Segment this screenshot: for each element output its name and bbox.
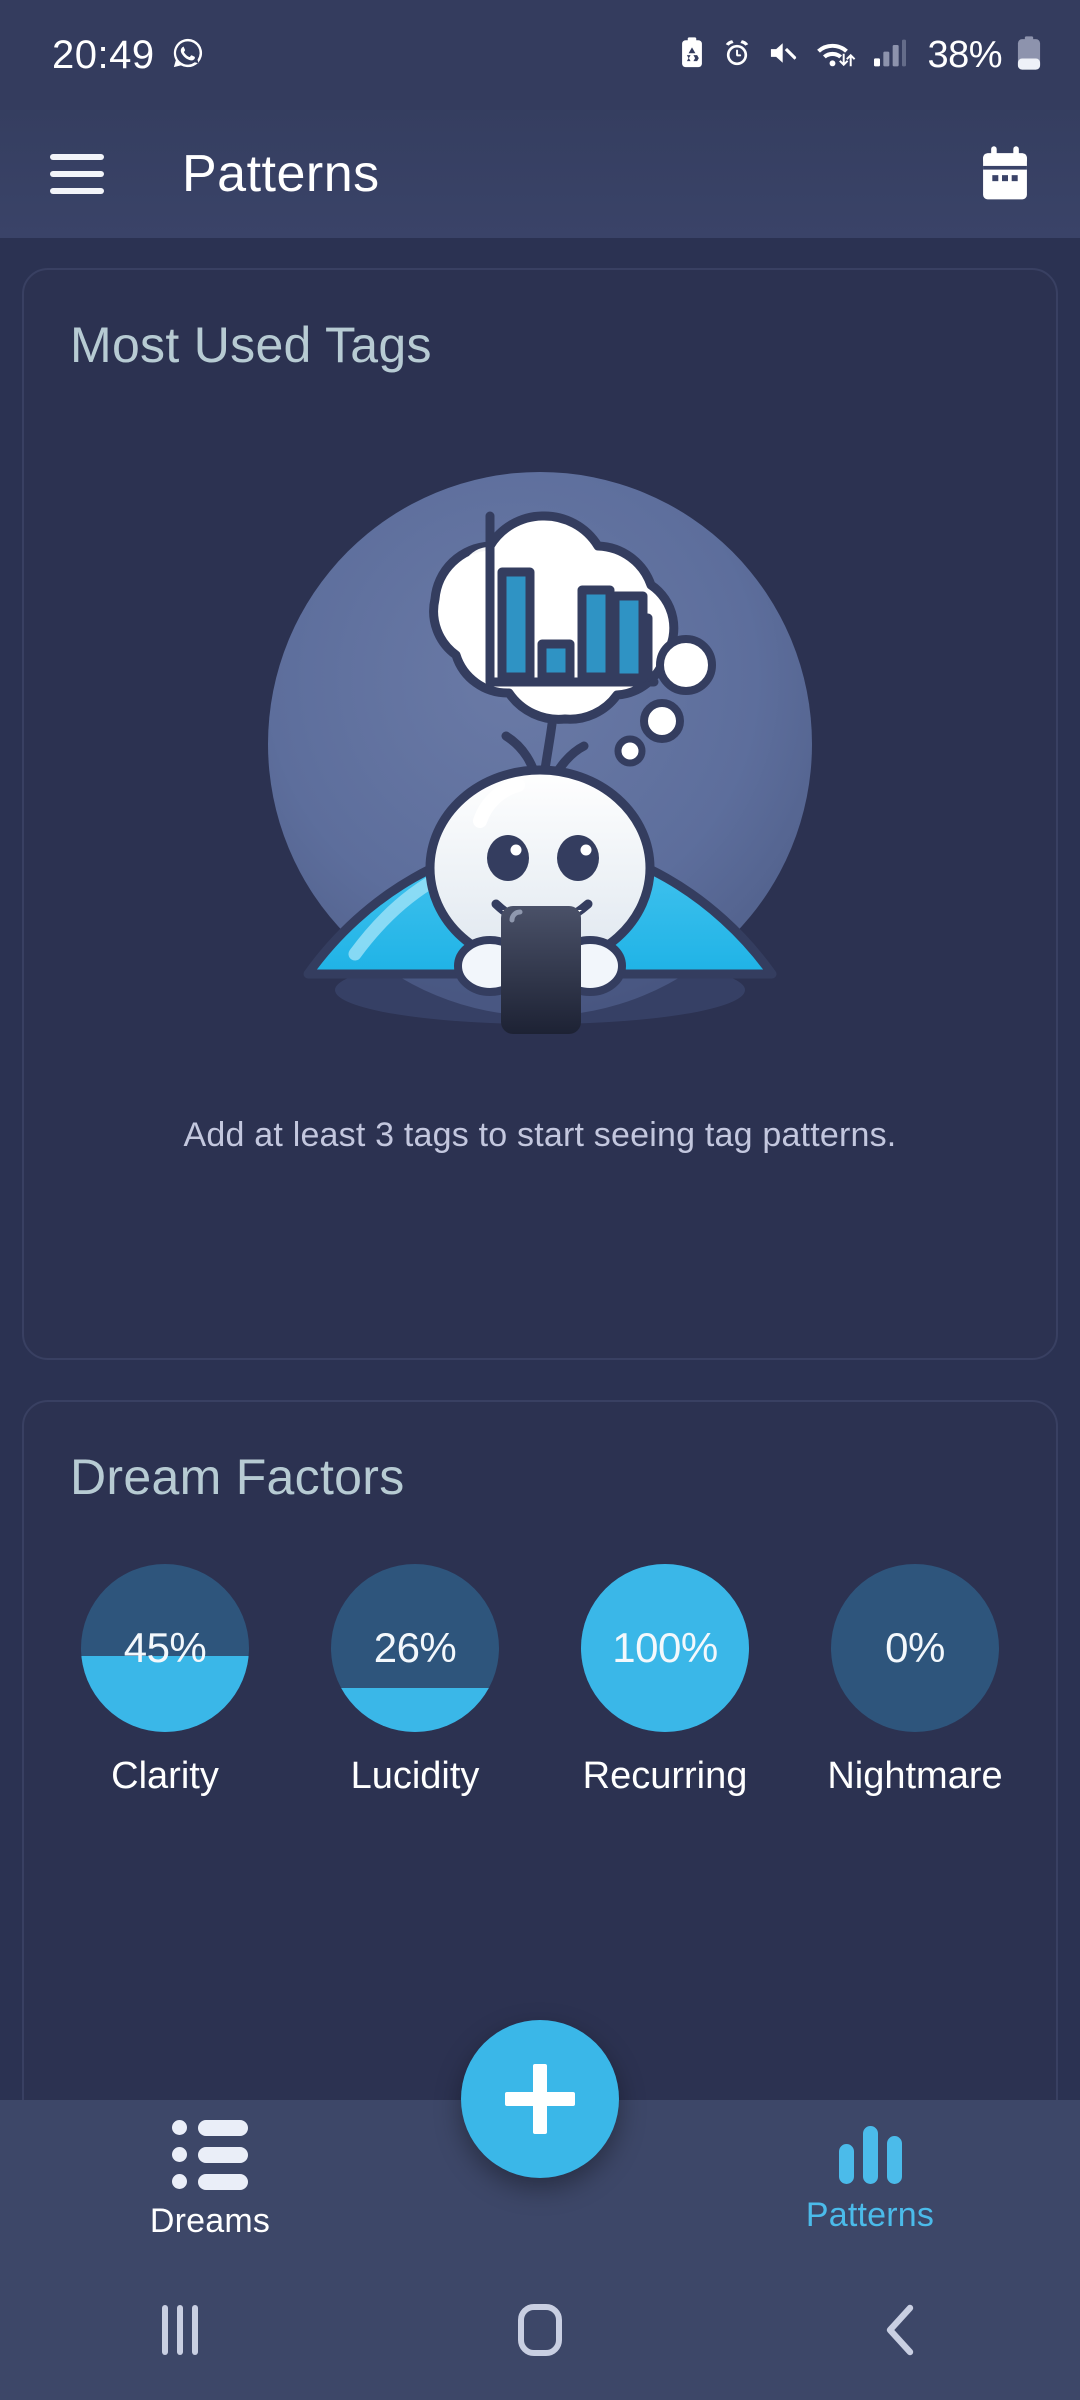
battery-saver-icon (677, 36, 707, 75)
dream-factors-title: Dream Factors (70, 1449, 405, 1505)
app-bar: Patterns (0, 110, 1080, 238)
signal-icon (871, 37, 909, 74)
list-icon (172, 2119, 248, 2190)
bar-chart-icon (838, 2125, 902, 2184)
hamburger-line (50, 154, 104, 160)
gauge-value-clarity: 45% (123, 1624, 207, 1671)
factor-lucidity[interactable]: 26% Lucidity (290, 1564, 540, 1799)
status-time: 20:49 (52, 32, 155, 77)
battery-icon (1016, 35, 1042, 76)
phone-screen: 20:49 38% Patterns Most Used Tags Add at… (0, 0, 1080, 2400)
empty-state-illustration (24, 394, 1056, 1094)
empty-state-message: Add at least 3 tags to start seeing tag … (183, 1116, 897, 1154)
android-navigation-bar (0, 2260, 1080, 2400)
gauge-recurring: 100% (581, 1564, 749, 1732)
status-bar-right: 38% (677, 34, 1042, 77)
back-icon[interactable] (720, 2302, 1080, 2358)
plus-icon (505, 2064, 575, 2134)
factor-clarity[interactable]: 45% Clarity (40, 1564, 290, 1799)
sleeping-character-thought-bubble-chart-icon (268, 472, 812, 1034)
gauge-value-recurring: 100% (612, 1624, 718, 1671)
recents-icon[interactable] (0, 2305, 360, 2355)
factor-nightmare[interactable]: 0% Nightmare (790, 1564, 1040, 1799)
gauge-clarity: 45% (81, 1564, 249, 1732)
alarm-icon (721, 37, 753, 74)
factor-label-lucidity: Lucidity (350, 1755, 480, 1797)
mute-icon (767, 37, 801, 74)
list-row (172, 2146, 248, 2163)
factor-recurring[interactable]: 100% Recurring (540, 1564, 790, 1799)
page-title: Patterns (182, 145, 380, 203)
dream-factors-row: 45% Clarity 26% Lucidity 100% Recurring … (24, 1506, 1056, 1799)
hamburger-line (50, 188, 104, 194)
gauge-value-nightmare: 0% (885, 1624, 945, 1671)
factor-label-recurring: Recurring (582, 1755, 748, 1797)
calendar-icon[interactable] (974, 143, 1036, 205)
gauge-lucidity: 26% (331, 1564, 499, 1732)
most-used-tags-title: Most Used Tags (70, 317, 432, 373)
whatsapp-icon (171, 36, 205, 75)
gauge-nightmare: 0% (831, 1564, 999, 1732)
wifi-icon (815, 36, 857, 75)
status-bar-left: 20:49 (52, 33, 205, 78)
list-row (172, 2173, 248, 2190)
nav-label-dreams: Dreams (149, 2201, 271, 2240)
scroll-content[interactable]: Most Used Tags Add at least 3 tags to st… (0, 238, 1080, 2400)
factor-label-nightmare: Nightmare (827, 1755, 1003, 1797)
factor-label-clarity: Clarity (111, 1755, 219, 1797)
add-dream-fab[interactable] (461, 2020, 619, 2178)
hamburger-line (50, 171, 104, 177)
nav-item-patterns[interactable]: Patterns (660, 2125, 1080, 2235)
list-row (172, 2119, 248, 2136)
nav-label-patterns: Patterns (805, 2195, 935, 2234)
hamburger-menu-icon[interactable] (50, 154, 104, 194)
nav-item-dreams[interactable]: Dreams (0, 2119, 420, 2241)
gauge-value-lucidity: 26% (373, 1624, 457, 1671)
battery-percent-label: 38% (927, 33, 1002, 76)
gauge-fill-lucidity (331, 1688, 499, 1732)
card-most-used-tags: Most Used Tags Add at least 3 tags to st… (22, 268, 1058, 1360)
status-bar: 20:49 38% (0, 0, 1080, 110)
home-icon[interactable] (360, 2304, 720, 2356)
